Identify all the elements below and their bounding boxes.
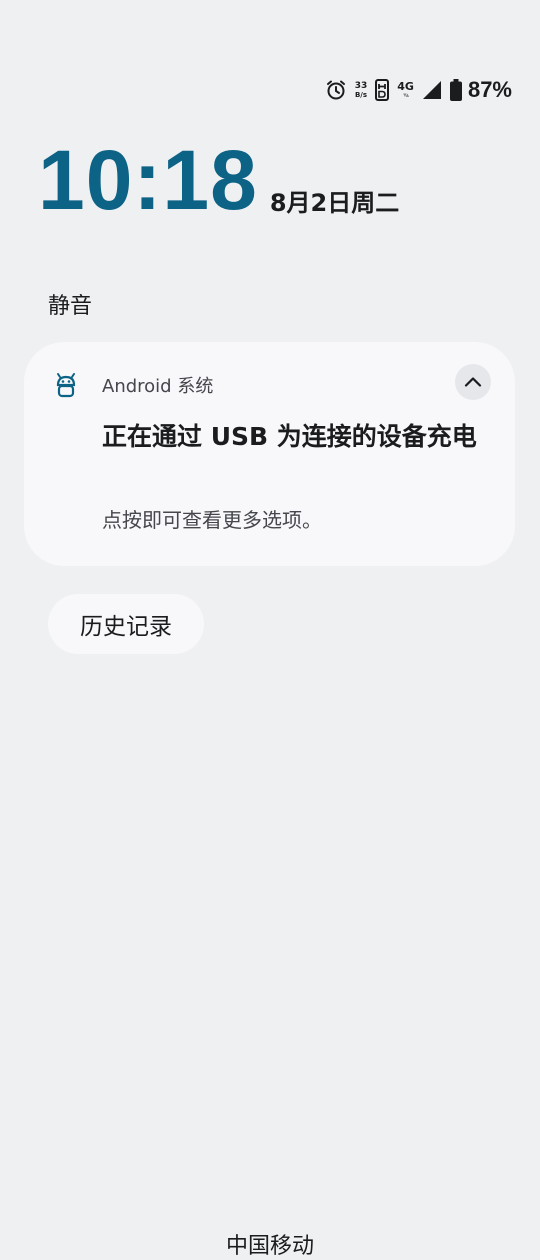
android-robot-icon <box>54 372 78 398</box>
status-bar: 33 B/s 4G ▾▴ 87% <box>325 76 512 104</box>
usb-charging-notification[interactable]: Android 系统 正在通过 USB 为连接的设备充电 点按即可查看更多选项。 <box>24 342 515 566</box>
network-speed-unit: B/s <box>354 90 368 99</box>
data-activity-icon: ▾▴ <box>403 91 409 99</box>
network-speed-value: 33 <box>354 80 368 91</box>
battery-icon <box>449 79 462 101</box>
lockscreen-clock: 10:18 8月2日周二 <box>38 138 399 222</box>
clock-time: 10:18 <box>38 133 258 227</box>
silent-section-header: 静音 <box>48 294 93 319</box>
alarm-clock-icon <box>325 79 347 101</box>
notification-body: 点按即可查看更多选项。 <box>102 508 322 532</box>
network-speed-indicator: 33 B/s <box>354 80 368 99</box>
collapse-notification-button[interactable] <box>455 364 491 400</box>
hd-icon <box>375 79 390 101</box>
carrier-name: 中国移动 <box>225 1234 314 1259</box>
network-type-indicator: 4G ▾▴ <box>397 81 414 99</box>
chevron-up-icon <box>463 372 483 392</box>
clock-date: 8月2日周二 <box>269 189 400 217</box>
history-button[interactable]: 历史记录 <box>48 594 204 654</box>
battery-percent: 87% <box>467 77 512 102</box>
notification-app-name: Android 系统 <box>102 376 214 397</box>
signal-bars-icon <box>422 80 442 100</box>
notification-title: 正在通过 USB 为连接的设备充电 <box>102 422 477 451</box>
